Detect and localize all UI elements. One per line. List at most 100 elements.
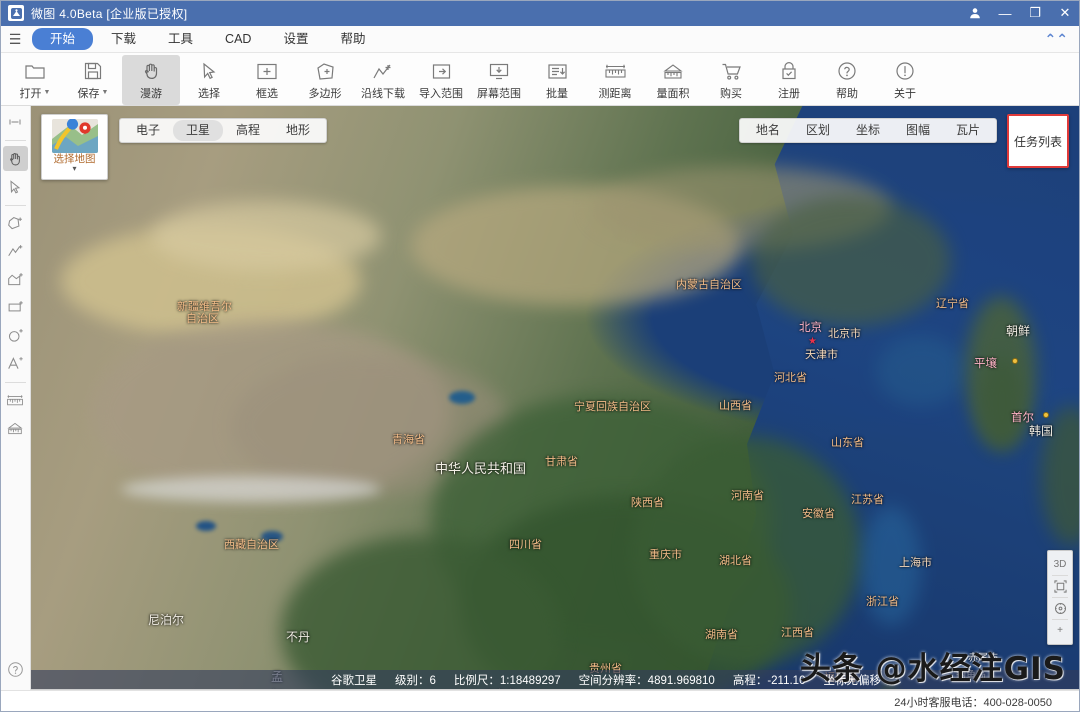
save-icon — [83, 58, 103, 84]
ribbon-polyline-download-button[interactable]: 沿线下载 — [354, 55, 412, 105]
ribbon-pan-button[interactable]: 漫游 — [122, 55, 180, 105]
ribbon-register-label: 注册 — [778, 85, 800, 101]
batch-icon — [547, 58, 568, 84]
fit-extent-icon[interactable] — [1049, 576, 1071, 597]
menu-item-help[interactable]: 帮助 — [326, 28, 379, 50]
status-level-value: 6 — [430, 675, 436, 687]
sidebar-divider — [5, 140, 26, 141]
menu-item-download[interactable]: 下载 — [97, 28, 150, 50]
ribbon-pan-label: 漫游 — [140, 85, 162, 101]
ribbon-measure-distance-button[interactable]: 测距离 — [586, 55, 644, 105]
ribbon-import-range-label: 导入范围 — [419, 85, 463, 101]
sidebar-item-add-circle[interactable] — [3, 323, 28, 348]
main-body: 新疆维吾尔 自治区 内蒙古自治区 辽宁省 朝鲜 北京 ★ 北京市 天津市 平壤 … — [0, 106, 1080, 690]
tab-electronic[interactable]: 电子 — [123, 120, 173, 141]
ribbon-polygon-label: 多边形 — [309, 85, 342, 101]
tab-terrain[interactable]: 地形 — [273, 120, 323, 141]
sidebar-item-pan[interactable] — [3, 146, 28, 171]
ribbon-buy-button[interactable]: 购买 — [702, 55, 760, 105]
status-elevation-label: 高程： — [733, 675, 768, 687]
chevron-up-icon[interactable]: ⌃⌃ — [1045, 31, 1068, 48]
ribbon-screen-range-button[interactable]: 屏幕范围 — [470, 55, 528, 105]
map-viewport[interactable]: 新疆维吾尔 自治区 内蒙古自治区 辽宁省 朝鲜 北京 ★ 北京市 天津市 平壤 … — [31, 106, 1080, 690]
tab-place-names[interactable]: 地名 — [743, 120, 793, 141]
hamburger-icon[interactable]: ☰ — [0, 31, 30, 48]
screen-range-icon — [488, 58, 510, 84]
zoom-in-icon[interactable]: + — [1049, 620, 1071, 641]
ribbon-screen-range-label: 屏幕范围 — [477, 85, 521, 101]
ribbon-batch-label: 批量 — [546, 85, 568, 101]
cart-icon — [721, 58, 742, 84]
polyline-download-icon — [372, 58, 394, 84]
status-resolution: 空间分辨率：4891.969810 — [579, 672, 715, 688]
sidebar-item-select[interactable] — [3, 174, 28, 199]
ribbon-measure-area-button[interactable]: 量面积 — [644, 55, 702, 105]
maximize-button[interactable]: ❐ — [1020, 0, 1050, 26]
map-canvas[interactable]: 新疆维吾尔 自治区 内蒙古自治区 辽宁省 朝鲜 北京 ★ 北京市 天津市 平壤 … — [31, 106, 1079, 689]
google-maps-thumb-icon — [52, 119, 98, 153]
ribbon-about-label: 关于 — [894, 85, 916, 101]
footer-bar: 24小时客服电话：400-028-0050 — [0, 690, 1080, 712]
menu-item-settings[interactable]: 设置 — [269, 28, 322, 50]
task-list-button[interactable]: 任务列表 — [1007, 114, 1069, 168]
sidebar-item-add-polygon[interactable] — [3, 211, 28, 236]
status-elevation: 高程：-211.10 — [733, 672, 806, 688]
menu-bar: ☰ 开始 下载 工具 CAD 设置 帮助 ⌃⌃ — [0, 26, 1080, 53]
title-bar: 微图 4.0Beta [企业版已授权] — ❐ ✕ — [0, 0, 1080, 26]
ribbon-batch-button[interactable]: 批量 — [528, 55, 586, 105]
overlay-tab-group: 地名 区划 坐标 图幅 瓦片 — [739, 118, 997, 143]
ribbon-measure-area-label: 量面积 — [657, 85, 690, 101]
status-source: 谷歌卫星 — [331, 672, 377, 688]
menu-item-tools[interactable]: 工具 — [154, 28, 207, 50]
ribbon-rect-select-button[interactable]: 框选 — [238, 55, 296, 105]
sidebar-item-add-rect[interactable] — [3, 295, 28, 320]
ribbon-polygon-button[interactable]: 多边形 — [296, 55, 354, 105]
threed-icon[interactable]: 3D — [1049, 554, 1071, 575]
left-tool-sidebar — [0, 106, 31, 690]
menu-item-cad[interactable]: CAD — [211, 28, 265, 50]
tab-districts[interactable]: 区划 — [793, 120, 843, 141]
status-scale-label: 比例尺： — [454, 675, 500, 687]
terrain-features — [31, 106, 1079, 689]
basemap-selector-button[interactable]: 选择地图 ▾ — [41, 114, 108, 180]
ribbon-help-label: 帮助 — [836, 85, 858, 101]
ribbon-open-button[interactable]: 打开▼ — [6, 55, 64, 105]
close-button[interactable]: ✕ — [1050, 0, 1080, 26]
sidebar-item-measure-distance[interactable] — [3, 388, 28, 413]
ribbon-select-button[interactable]: 选择 — [180, 55, 238, 105]
compass-icon[interactable] — [1049, 598, 1071, 619]
ribbon-about-button[interactable]: 关于 — [876, 55, 934, 105]
sidebar-item-add-area[interactable] — [3, 267, 28, 292]
ribbon-select-label: 选择 — [198, 85, 220, 101]
collapse-handle-icon[interactable] — [3, 109, 28, 134]
ribbon-help-button[interactable]: 帮助 — [818, 55, 876, 105]
minimize-button[interactable]: — — [990, 0, 1020, 26]
window-title: 微图 4.0Beta [企业版已授权] — [31, 5, 187, 22]
question-icon — [837, 58, 857, 84]
sidebar-item-help[interactable] — [3, 657, 28, 682]
window-controls: — ❐ ✕ — [960, 0, 1080, 26]
tab-satellite[interactable]: 卫星 — [173, 120, 223, 141]
cursor-arrow-icon — [199, 58, 219, 84]
ribbon-import-range-button[interactable]: 导入范围 — [412, 55, 470, 105]
menu-item-start[interactable]: 开始 — [32, 28, 93, 50]
layer-tab-group: 电子 卫星 高程 地形 — [119, 118, 327, 143]
sidebar-item-add-text[interactable] — [3, 351, 28, 376]
status-resolution-label: 空间分辨率： — [579, 675, 648, 687]
tab-map-sheets[interactable]: 图幅 — [893, 120, 943, 141]
map-right-controls: 3D — [1047, 550, 1073, 645]
chevron-down-icon: ▼ — [102, 89, 109, 96]
sidebar-item-measure-area[interactable] — [3, 416, 28, 441]
sidebar-item-add-polyline[interactable] — [3, 239, 28, 264]
account-icon[interactable] — [960, 0, 990, 26]
sidebar-divider — [5, 382, 26, 383]
service-phone-text: 24小时客服电话：400-028-0050 — [894, 694, 1052, 710]
ribbon-register-button[interactable]: 注册 — [760, 55, 818, 105]
ribbon-save-text: 保存 — [78, 85, 100, 101]
tab-coordinates[interactable]: 坐标 — [843, 120, 893, 141]
ribbon-save-button[interactable]: 保存▼ — [64, 55, 122, 105]
tab-tiles[interactable]: 瓦片 — [943, 120, 993, 141]
import-range-icon — [431, 58, 452, 84]
tab-elevation[interactable]: 高程 — [223, 120, 273, 141]
status-offset-note: 坐标无偏移 — [823, 672, 881, 688]
